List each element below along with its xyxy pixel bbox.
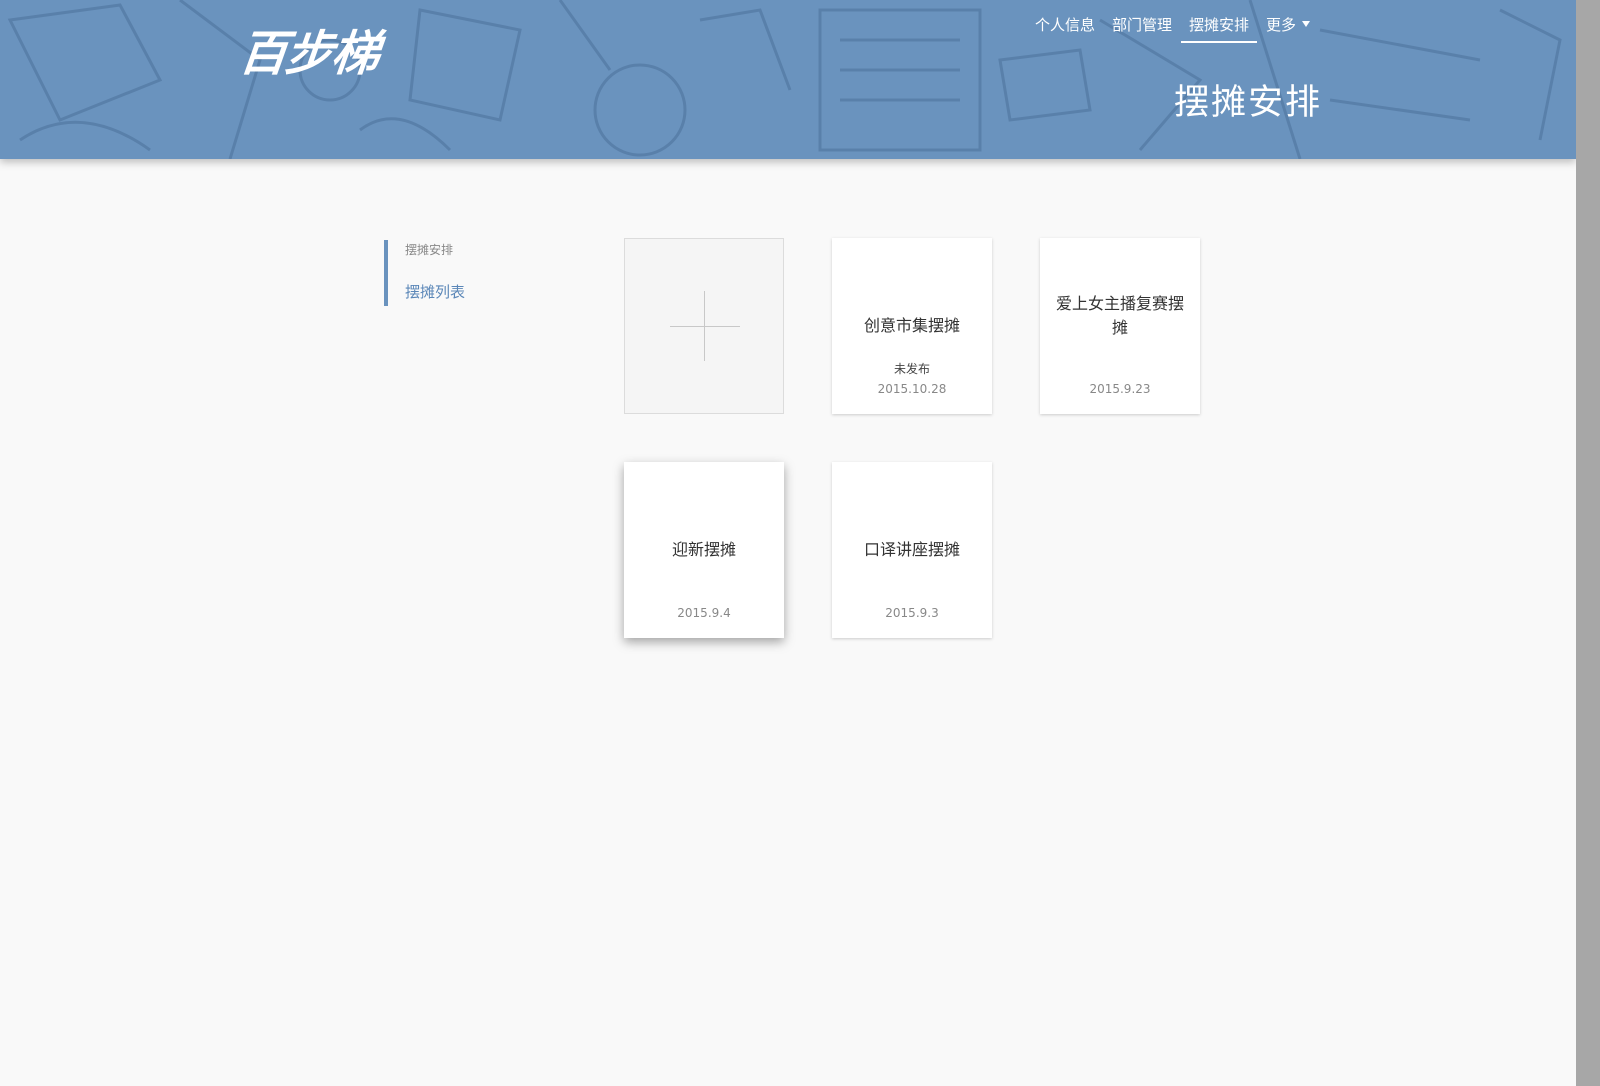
stall-card[interactable]: 口译讲座摆摊 2015.9.3: [832, 462, 992, 638]
add-stall-card[interactable]: [624, 238, 784, 414]
stall-card-date: 2015.10.28: [877, 382, 947, 396]
plus-icon-vertical: [704, 291, 705, 361]
stall-card-status: 未发布: [893, 362, 930, 376]
stall-card-title: 爱上女主播复赛摆摊: [1055, 294, 1184, 337]
sidebar-heading: 摆摊安排: [405, 243, 454, 257]
page-title: 摆摊安排: [1173, 83, 1322, 123]
page: 百步梯 个人信息 部门管理 摆摊安排 更多 摆摊安排 摆摊安排 摆摊列表 创意市…: [0, 0, 1600, 1086]
nav-item-more[interactable]: 更多: [1258, 10, 1318, 43]
site-logo[interactable]: 百步梯: [236, 14, 381, 84]
nav-item-more-label: 更多: [1265, 16, 1296, 34]
sidebar-item-stall-list[interactable]: 摆摊列表: [405, 281, 585, 306]
stall-card[interactable]: 迎新摆摊 2015.9.4: [624, 462, 784, 638]
nav-item-department[interactable]: 部门管理: [1104, 10, 1180, 43]
stall-card[interactable]: 爱上女主播复赛摆摊 2015.9.23: [1040, 238, 1200, 414]
plus-icon-horizontal: [670, 326, 740, 327]
top-nav: 个人信息 部门管理 摆摊安排 更多: [1026, 10, 1318, 43]
stall-card-date: 2015.9.3: [885, 606, 939, 620]
scrollbar[interactable]: [1576, 0, 1600, 1086]
stall-card-date: 2015.9.4: [677, 606, 731, 620]
nav-item-personal-info[interactable]: 个人信息: [1027, 10, 1103, 43]
header-banner: 百步梯 个人信息 部门管理 摆摊安排 更多 摆摊安排: [0, 0, 1576, 159]
stall-card-date: 2015.9.23: [1089, 382, 1151, 396]
caret-down-icon: [1302, 21, 1310, 27]
sidebar: 摆摊安排 摆摊列表: [384, 240, 585, 306]
nav-item-stall-schedule[interactable]: 摆摊安排: [1180, 10, 1257, 43]
stall-card[interactable]: 创意市集摆摊 未发布 2015.10.28: [832, 238, 992, 414]
